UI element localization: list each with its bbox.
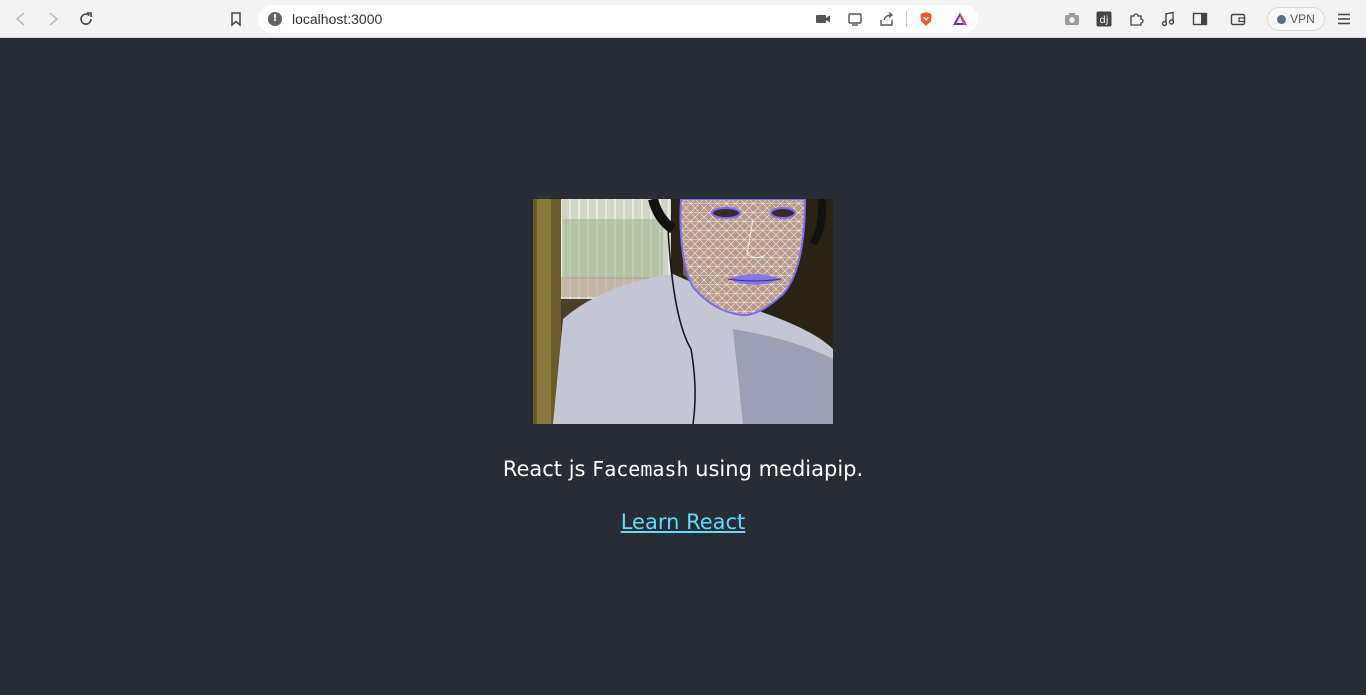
sidebar-icon[interactable] [1188,7,1212,31]
caption-text: React js Facemash using mediapip. [0,457,1366,481]
brave-shield-icon[interactable] [916,9,936,29]
learn-react-link[interactable]: Learn React [0,510,1366,534]
info-icon[interactable]: ! [268,12,282,26]
vpn-status-dot [1277,14,1287,24]
reload-icon[interactable] [74,7,98,31]
brave-rewards-icon[interactable] [950,9,970,29]
bookmark-icon[interactable] [224,7,248,31]
app-page: React js Facemash using mediapip. Learn … [0,38,1366,695]
vpn-label: VPN [1290,12,1315,26]
vpn-button[interactable]: VPN [1267,7,1325,31]
webcam-facemesh-canvas [533,199,833,424]
hamburger-menu-icon[interactable] [1332,7,1356,31]
dj-extension-icon[interactable]: dj [1092,7,1116,31]
caption-code: Facemash [592,457,689,481]
address-bar[interactable]: ! localhost:3000 [258,5,978,33]
share-icon[interactable] [877,9,897,29]
svg-text:dj: dj [1099,15,1108,26]
camera-icon[interactable] [1060,7,1084,31]
facemesh-image [533,199,833,424]
divider [906,11,907,27]
caption-prefix: React js [502,457,593,481]
back-arrow-icon[interactable] [9,7,33,31]
video-camera-icon[interactable] [813,9,833,29]
wallet-icon[interactable] [1226,7,1250,31]
forward-arrow-icon[interactable] [41,7,65,31]
puzzle-icon[interactable] [1124,7,1148,31]
url-text[interactable]: localhost:3000 [292,11,382,27]
music-note-icon[interactable] [1156,7,1180,31]
browser-toolbar: ! localhost:3000 dj VPN [0,0,1366,38]
caption-suffix: using mediapip. [688,457,864,481]
cast-icon[interactable] [845,9,865,29]
